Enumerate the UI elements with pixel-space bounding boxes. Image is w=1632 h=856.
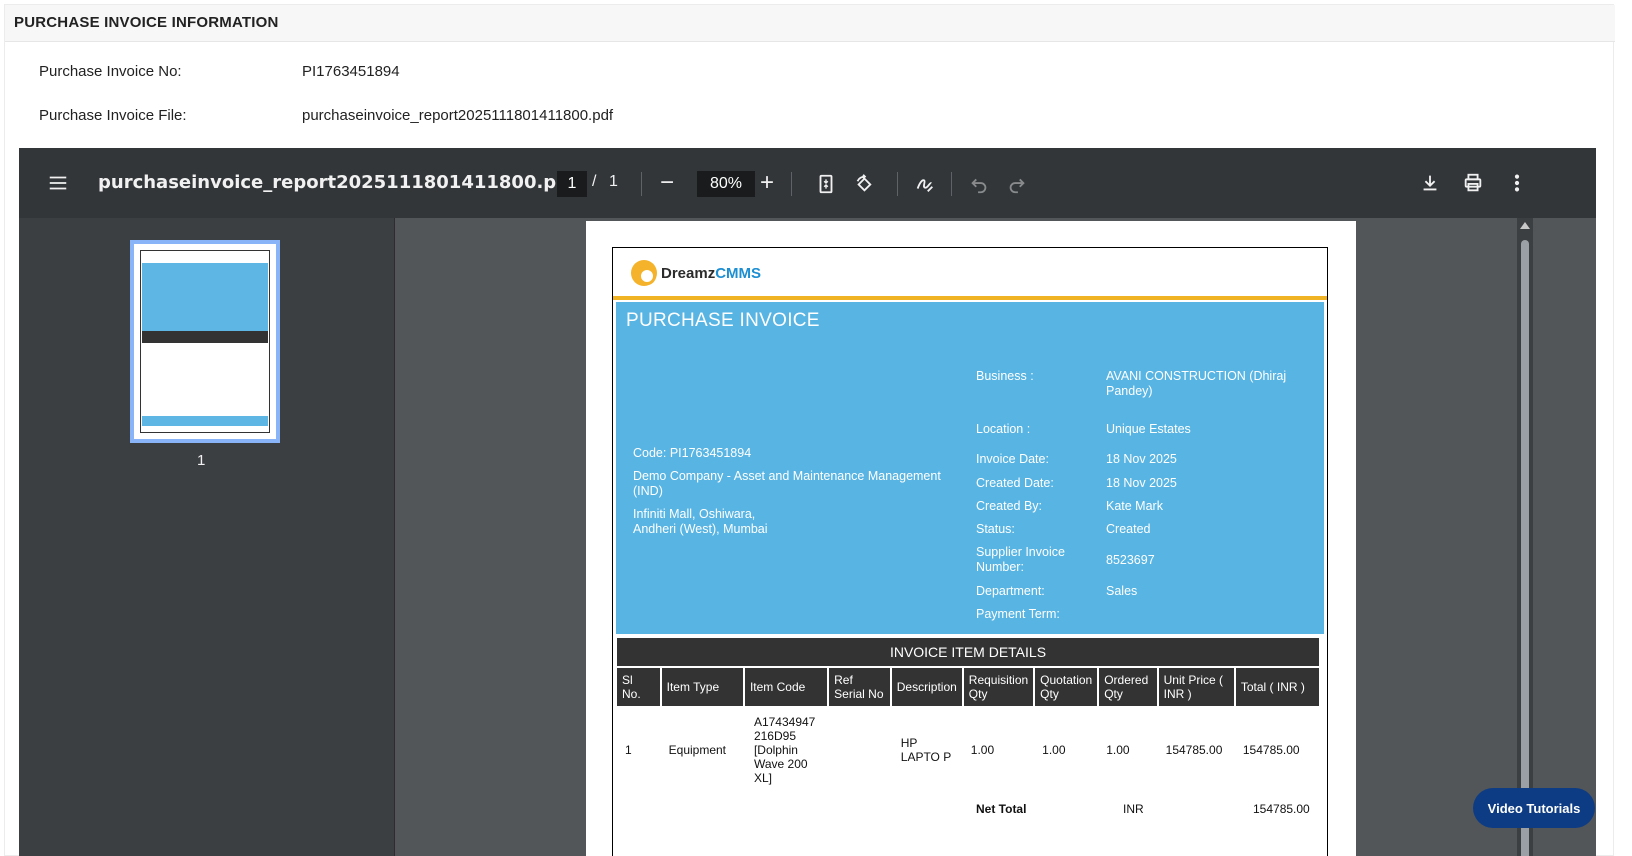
created-date-label: Created Date: <box>976 476 1054 490</box>
thumbnail-sidebar: 1 <box>19 218 395 856</box>
supplier-invoice-label: Supplier Invoice Number: <box>976 545 1065 574</box>
col-item-code: Item Code <box>743 668 830 706</box>
invoice-items-table: Sl No. Item Type Item Code Ref Serial No… <box>617 668 1319 794</box>
zoom-input[interactable]: 80% <box>697 171 755 197</box>
business-value: AVANI CONSTRUCTION (Dhiraj Pandey) <box>1106 369 1287 398</box>
location-value: Unique Estates <box>1106 422 1191 436</box>
invoice-no-value: PI1763451894 <box>302 63 400 80</box>
redo-icon[interactable] <box>1005 172 1029 196</box>
created-by-label: Created By: <box>976 499 1043 513</box>
cell-quotation-qty: 1.00 <box>1042 743 1066 757</box>
address-line-1: Infiniti Mall, Oshiwara, <box>633 507 756 521</box>
department-label: Department: <box>976 584 1045 598</box>
department-value: Sales <box>1106 584 1138 598</box>
company-name: Demo Company - Asset and Maintenance Man… <box>633 469 941 498</box>
invoice-title: PURCHASE INVOICE <box>626 310 820 331</box>
dreamzcmms-logo: DreamzCMMS <box>631 260 761 286</box>
business-label: Business : <box>976 369 1034 383</box>
thumbnail-table-header <box>142 331 268 343</box>
zoom-out-button[interactable]: − <box>655 169 679 196</box>
address-line-2: Andheri (West), Mumbai <box>633 522 768 536</box>
thumbnail-blue-block <box>142 263 268 333</box>
col-item-type: Item Type <box>660 668 745 706</box>
undo-icon[interactable] <box>967 172 991 196</box>
supplier-invoice-value: 8523697 <box>1106 553 1155 567</box>
thumbnail-page-number: 1 <box>197 452 206 469</box>
download-icon[interactable] <box>1418 171 1442 195</box>
pdf-filename: purchaseinvoice_report2025111801411800.p… <box>98 172 577 193</box>
logo-text-dreamz: Dreamz <box>661 264 716 282</box>
toolbar-divider <box>641 172 642 196</box>
toolbar-divider <box>791 172 792 196</box>
card-header: PURCHASE INVOICE INFORMATION <box>5 5 1615 42</box>
menu-icon[interactable] <box>46 171 70 195</box>
items-section-title: INVOICE ITEM DETAILS <box>617 638 1319 666</box>
pdf-page: DreamzCMMS PURCHASE INVOICE Code: PI1763… <box>586 221 1356 856</box>
more-options-icon[interactable] <box>1505 171 1529 195</box>
page-thumbnail[interactable] <box>130 240 280 443</box>
net-total-value: 154785.00 <box>1253 802 1310 816</box>
location-label: Location : <box>976 422 1031 436</box>
col-total: Total ( INR ) <box>1234 668 1319 706</box>
cell-sl-no: 1 <box>625 743 632 757</box>
table-row: 1 Equipment A17434947 216D95 [Dolphin Wa… <box>617 706 1319 794</box>
col-sl-no: Sl No. <box>617 668 662 706</box>
cell-description: HP LAPTO P <box>900 736 952 764</box>
invoice-file-value[interactable]: purchaseinvoice_report2025111801411800.p… <box>302 107 613 124</box>
net-total-label: Net Total <box>976 802 1027 816</box>
invoice-frame: DreamzCMMS PURCHASE INVOICE Code: PI1763… <box>612 247 1328 856</box>
rotate-icon[interactable] <box>852 172 876 196</box>
scrollbar-thumb[interactable] <box>1521 240 1529 856</box>
cell-ordered-qty: 1.00 <box>1106 743 1130 757</box>
fit-page-icon[interactable] <box>814 172 838 196</box>
table-header-row: Sl No. Item Type Item Code Ref Serial No… <box>617 668 1319 706</box>
page-number-input[interactable]: 1 <box>557 171 587 197</box>
status-value: Created <box>1106 522 1151 536</box>
draw-icon[interactable] <box>913 172 937 196</box>
cell-requisition-qty: 1.00 <box>970 743 995 757</box>
vertical-scrollbar[interactable] <box>1517 218 1533 856</box>
invoice-summary-panel: PURCHASE INVOICE Code: PI1763451894 Demo… <box>616 302 1324 634</box>
page-total: 1 <box>609 173 618 190</box>
cell-unit-price: 154785.00 <box>1165 743 1223 757</box>
logo-text-cmms: CMMS <box>715 264 762 282</box>
col-requisition-qty: Requisition Qty <box>962 668 1036 706</box>
net-total-currency: INR <box>1123 802 1144 816</box>
col-unit-price: Unit Price ( INR ) <box>1157 668 1236 706</box>
zoom-in-button[interactable]: + <box>755 169 779 196</box>
created-date-value: 18 Nov 2025 <box>1106 476 1177 490</box>
cell-item-type: Equipment <box>668 743 727 757</box>
col-quotation-qty: Quotation Qty <box>1034 668 1100 706</box>
created-by-value: Kate Mark <box>1106 499 1163 513</box>
toolbar-divider <box>897 172 898 196</box>
pdf-viewer: purchaseinvoice_report2025111801411800.p… <box>19 148 1596 856</box>
cell-ref-serial <box>828 706 891 794</box>
col-description: Description <box>890 668 964 706</box>
invoice-file-label: Purchase Invoice File: <box>39 107 187 124</box>
card-title: PURCHASE INVOICE INFORMATION <box>14 14 279 31</box>
header-accent-bar <box>613 296 1327 300</box>
invoice-date-value: 18 Nov 2025 <box>1106 452 1177 466</box>
invoice-code: Code: PI1763451894 <box>633 446 752 460</box>
status-label: Status: <box>976 522 1015 536</box>
invoice-date-label: Invoice Date: <box>976 452 1049 466</box>
cell-item-code: A17434947 216D95 [Dolphin Wave 200 XL] <box>753 715 816 785</box>
payment-term-label: Payment Term: <box>976 607 1060 621</box>
invoice-no-label: Purchase Invoice No: <box>39 63 182 80</box>
pdf-toolbar: purchaseinvoice_report2025111801411800.p… <box>19 148 1596 218</box>
thumbnail-footer <box>142 416 268 426</box>
video-tutorials-button[interactable]: Video Tutorials <box>1473 788 1595 828</box>
toolbar-divider <box>951 172 952 196</box>
thumbnail-page <box>140 250 270 433</box>
col-ordered-qty: Ordered Qty <box>1098 668 1159 706</box>
scroll-up-arrow-icon[interactable] <box>1520 222 1530 229</box>
logo-gear-icon <box>631 260 657 286</box>
cell-total: 154785.00 <box>1242 743 1300 757</box>
print-icon[interactable] <box>1461 171 1485 195</box>
col-ref-serial: Ref Serial No <box>828 668 892 706</box>
page-separator: / <box>592 173 597 190</box>
